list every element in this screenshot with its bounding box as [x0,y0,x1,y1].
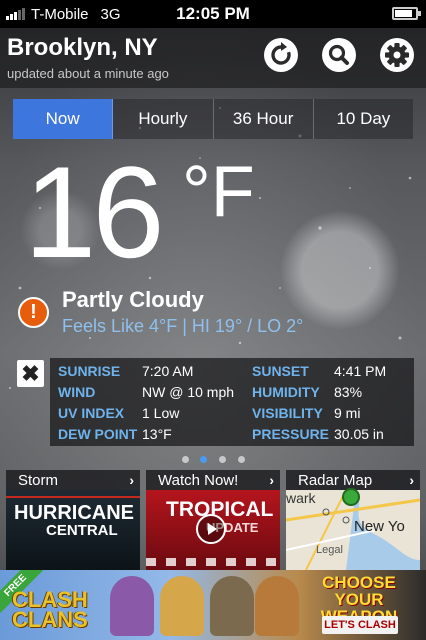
uv-index-label: UV INDEX [58,405,125,421]
promo-title: Storm › [6,470,140,490]
promo-title: Watch Now! › [146,470,280,490]
battery-icon [392,7,421,20]
map-label: wark [286,490,316,506]
promo-line2: CENTRAL [46,522,118,539]
visibility-value: 9 mi [334,405,361,421]
pressure-value: 30.05 in [334,426,384,442]
promo-title-text: Storm [18,471,59,489]
wind-label: WIND [58,384,96,400]
details-row: SUNRISE 7:20 AM SUNSET 4:41 PM [50,361,414,381]
page-indicator [0,456,426,466]
details-row: WIND NW @ 10 mph HUMIDITY 83% [50,382,414,402]
close-icon[interactable]: ✖ [17,360,44,387]
promo-watch-now[interactable]: Watch Now! › TROPICAL UPDATE [146,470,280,570]
promo-title: Radar Map › [286,470,420,490]
ad-character-image [210,576,254,636]
chevron-right-icon: › [409,472,414,488]
tab-hourly[interactable]: Hourly [113,99,214,139]
updated-timestamp: updated about a minute ago [7,66,169,81]
gear-icon [385,43,409,67]
dew-point-value: 13°F [142,426,172,442]
hurricane-central-image: HURRICANE CENTRAL [6,490,140,570]
temperature-unit: °F [182,152,255,232]
location-header: Brooklyn, NY updated about a minute ago [0,28,426,88]
page-dot[interactable] [238,456,245,463]
ad-character-image [160,576,204,636]
refresh-button[interactable] [264,38,298,72]
radar-map-image: wark New Yo Legal [286,488,420,570]
humidity-label: HUMIDITY [252,384,320,400]
details-panel: SUNRISE 7:20 AM SUNSET 4:41 PM WIND NW @… [50,358,414,446]
tab-36-hour[interactable]: 36 Hour [214,99,314,139]
humidity-value: 83% [334,384,363,400]
details-row: DEW POINT 13°F PRESSURE 30.05 in [50,424,414,444]
play-button[interactable] [196,514,226,544]
page-dot[interactable] [219,456,226,463]
sunset-value: 4:41 PM [334,363,387,379]
current-temperature: 16 [24,139,165,285]
promo-title-text: Watch Now! [158,471,239,489]
sunset-label: SUNSET [252,363,309,379]
wind-value: NW @ 10 mph [142,384,235,400]
search-button[interactable] [322,38,356,72]
refresh-icon [271,42,291,65]
map-label: New Yo [354,518,405,535]
location-name[interactable]: Brooklyn, NY [7,34,158,62]
promo-storm[interactable]: Storm › HURRICANE CENTRAL [6,470,140,570]
status-time: 12:05 PM [176,4,250,23]
status-bar: T-Mobile 3G 12:05 PM [0,0,426,28]
condition-text: Partly Cloudy [62,287,204,312]
promo-radar-map[interactable]: Radar Map › wark New Yo Legal [286,470,420,570]
chevron-right-icon: › [269,472,274,488]
tab-now[interactable]: Now [13,99,114,139]
details-row: UV INDEX 1 Low VISIBILITY 9 mi [50,403,414,423]
forecast-tabs: Now Hourly 36 Hour 10 Day [13,99,413,139]
ad-game-logo: CLASH CLANS [12,587,88,632]
search-icon [328,44,349,65]
sunrise-value: 7:20 AM [142,363,194,379]
uv-index-value: 1 Low [142,405,180,421]
pressure-label: PRESSURE [252,426,330,442]
map-legal-label: Legal [316,544,343,556]
settings-button[interactable] [380,38,414,72]
play-icon [208,523,217,535]
map-pin-icon [342,488,360,506]
ad-character-image [255,576,299,636]
feels-like-hi-lo: Feels Like 4°F | HI 19° / LO 2° [62,316,304,336]
sunrise-label: SUNRISE [58,363,121,379]
tab-10-day[interactable]: 10 Day [314,99,413,139]
promo-title-text: Radar Map [298,471,373,489]
page-dot[interactable] [182,456,189,463]
tropical-update-image: TROPICAL UPDATE [146,490,280,570]
ad-cta-button[interactable]: LET'S CLASH [322,616,398,634]
ad-character-image [110,576,154,636]
visibility-label: VISIBILITY [252,405,323,421]
page-dot-active[interactable] [200,456,207,463]
dew-point-label: DEW POINT [58,426,138,442]
ad-banner[interactable]: FREE CLASH CLANS CHOOSE YOUR WEAPON LET'… [0,570,426,640]
alert-icon[interactable]: ! [18,297,49,328]
chevron-right-icon: › [129,472,134,488]
